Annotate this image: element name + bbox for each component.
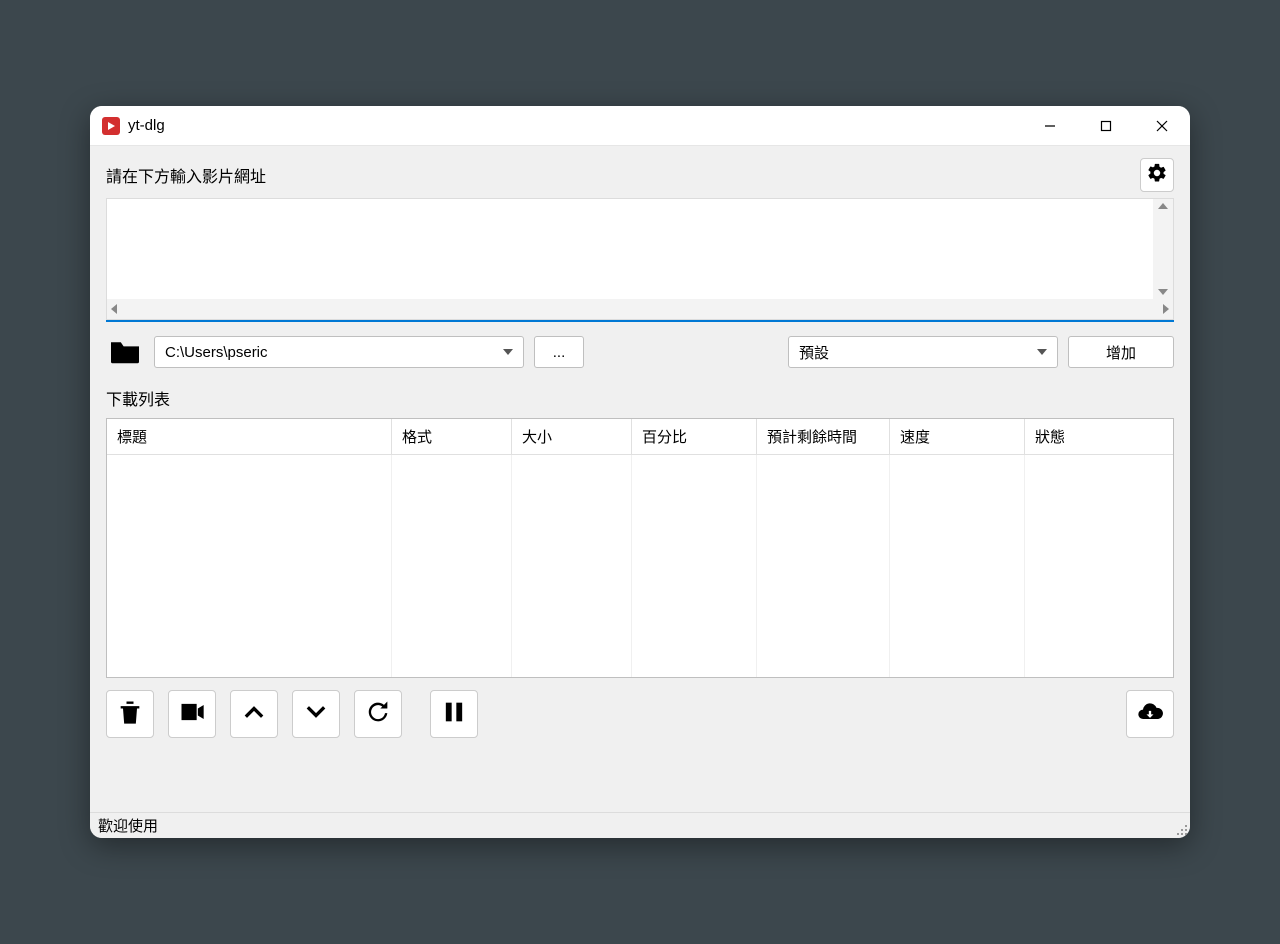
statusbar: 歡迎使用: [90, 812, 1190, 838]
scroll-right-icon: [1163, 304, 1169, 314]
preset-value: 預設: [799, 342, 829, 363]
col-status[interactable]: 狀態: [1025, 419, 1173, 455]
url-input[interactable]: [107, 199, 1153, 299]
content-area: 請在下方輸入影片網址: [90, 146, 1190, 812]
delete-button[interactable]: [106, 690, 154, 738]
window-controls: [1022, 106, 1190, 146]
status-text: 歡迎使用: [98, 815, 158, 836]
download-list-label: 下載列表: [106, 386, 1174, 410]
minimize-button[interactable]: [1022, 106, 1078, 146]
download-table: 標題 格式 大小 百分比 預計剩餘時間 速度 狀態: [106, 418, 1174, 678]
move-up-button[interactable]: [230, 690, 278, 738]
titlebar: yt-dlg: [90, 106, 1190, 146]
settings-button[interactable]: [1140, 158, 1174, 192]
table-header: 標題 格式 大小 百分比 預計剩餘時間 速度 狀態: [107, 419, 1173, 455]
col-format[interactable]: 格式: [392, 419, 512, 455]
folder-icon: [106, 337, 144, 367]
refresh-icon: [364, 698, 392, 730]
chevron-up-icon: [240, 698, 268, 730]
add-label: 增加: [1106, 342, 1136, 363]
download-path-dropdown[interactable]: C:\Users\pseric: [154, 336, 524, 368]
col-speed[interactable]: 速度: [890, 419, 1025, 455]
resize-grip[interactable]: [1175, 823, 1187, 835]
col-title[interactable]: 標題: [107, 419, 392, 455]
download-path-value: C:\Users\pseric: [165, 344, 268, 361]
gear-icon: [1146, 162, 1168, 188]
download-button[interactable]: [1126, 690, 1174, 738]
bottom-toolbar: [106, 678, 1174, 750]
chevron-down-icon: [302, 698, 330, 730]
url-header: 請在下方輸入影片網址: [106, 158, 1174, 192]
url-input-wrap: [106, 198, 1174, 320]
pause-button[interactable]: [430, 690, 478, 738]
chevron-down-icon: [503, 349, 513, 355]
app-window: yt-dlg 請在下方輸入影片網址: [90, 106, 1190, 838]
divider: [106, 320, 1174, 322]
horizontal-scrollbar[interactable]: [107, 299, 1173, 319]
chevron-down-icon: [1037, 349, 1047, 355]
move-down-button[interactable]: [292, 690, 340, 738]
scroll-down-icon: [1158, 289, 1168, 295]
window-title: yt-dlg: [128, 117, 165, 134]
app-icon: [102, 117, 120, 135]
col-size[interactable]: 大小: [512, 419, 632, 455]
scroll-left-icon: [111, 304, 117, 314]
path-row: C:\Users\pseric ... 預設 增加: [106, 336, 1174, 368]
browse-label: ...: [553, 344, 566, 361]
add-button[interactable]: 增加: [1068, 336, 1174, 368]
col-eta[interactable]: 預計剩餘時間: [757, 419, 890, 455]
preset-dropdown[interactable]: 預設: [788, 336, 1058, 368]
scroll-up-icon: [1158, 203, 1168, 209]
cloud-download-icon: [1136, 698, 1164, 730]
url-label: 請在下方輸入影片網址: [106, 163, 266, 187]
close-button[interactable]: [1134, 106, 1190, 146]
vertical-scrollbar[interactable]: [1153, 199, 1173, 299]
table-body[interactable]: [107, 455, 1173, 677]
browse-button[interactable]: ...: [534, 336, 584, 368]
pause-icon: [440, 698, 468, 730]
trash-icon: [116, 698, 144, 730]
video-icon: [178, 698, 206, 730]
maximize-button[interactable]: [1078, 106, 1134, 146]
col-percent[interactable]: 百分比: [632, 419, 757, 455]
refresh-button[interactable]: [354, 690, 402, 738]
play-button[interactable]: [168, 690, 216, 738]
